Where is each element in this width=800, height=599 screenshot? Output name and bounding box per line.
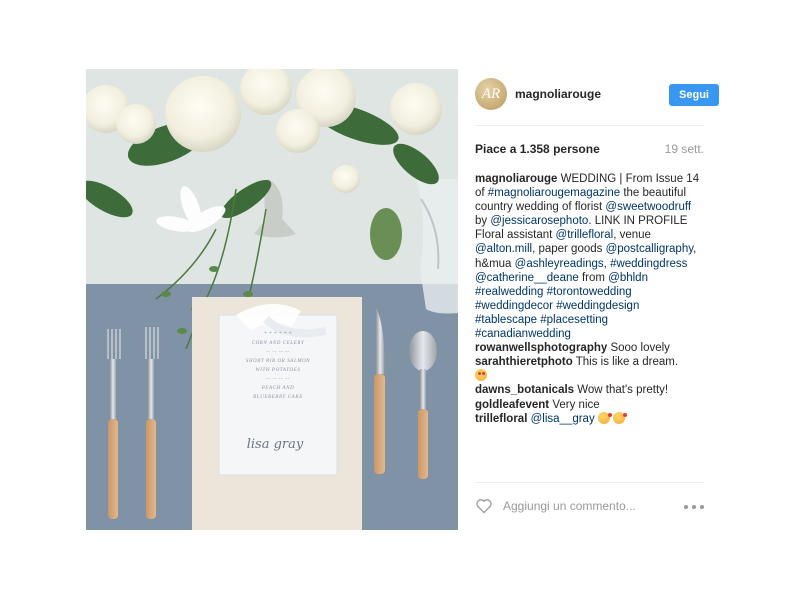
comment-item: dawns_botanicals Wow that's pretty! (475, 383, 704, 397)
instagram-post: * * * * * * CORN AND CELERY -- -- -- -- SHO… (86, 69, 719, 530)
caption-tag-link[interactable]: #weddingdesign (556, 300, 639, 312)
comment-username[interactable]: rowanwellsphotography (475, 342, 607, 354)
comments-list: magnoliarouge WEDDING | From Issue 14 of… (475, 172, 704, 426)
more-options-icon[interactable] (684, 505, 704, 509)
caption-tag-link[interactable]: @catherine__deane (475, 272, 579, 284)
menu-line: * * * * * * (264, 332, 292, 337)
caption-tag-link[interactable]: #torontowedding (547, 286, 632, 298)
likes-row: Piace a 1.358 persone 19 sett. (475, 142, 704, 158)
comment-username[interactable]: trillefloral (475, 413, 527, 425)
comment-username[interactable]: sarahthieretphoto (475, 356, 573, 368)
caption-text: , paper goods (532, 243, 606, 256)
post-header: AR magnoliarouge Segui (475, 78, 719, 112)
caption-tag-link[interactable]: @trillefloral (556, 229, 614, 241)
comment-bar (475, 495, 704, 517)
comment-item: sarahthieretphoto This is like a dream. (475, 355, 704, 383)
comment-username[interactable]: goldleafevent (475, 399, 549, 411)
menu-line: SHORT RIB OR SALMON (245, 359, 311, 364)
heart-eyes-emoji-icon (475, 369, 487, 382)
comment-text: Wow that's pretty! (577, 384, 669, 397)
menu-line: BLUEBERRY CAKE (253, 395, 303, 400)
menu-line: WITH POTATOES (255, 368, 301, 373)
caption-tag-link[interactable]: #magnoliarougemagazine (488, 187, 620, 199)
divider (475, 482, 704, 483)
caption-text: , venue (613, 229, 651, 242)
menu-card-text: * * * * * * CORN AND CELERY -- -- -- -- SHO… (230, 331, 326, 403)
comment-item: goldleafevent Very nice (475, 398, 704, 412)
caption-tag-link[interactable]: @jessicarosephoto (490, 215, 588, 227)
caption-tag-link[interactable]: #weddingdecor (475, 300, 553, 312)
comment-mention-link[interactable]: @lisa__gray (531, 413, 595, 425)
kiss-emoji-icon (597, 411, 612, 424)
table-setting-illustration (86, 69, 458, 530)
menu-line: CORN AND CELERY (251, 341, 305, 346)
comment-item: rowanwellsphotography Sooo lovely (475, 341, 704, 355)
caption-text: from (578, 271, 609, 284)
comment-username[interactable]: dawns_botanicals (475, 384, 574, 396)
divider (475, 125, 704, 126)
caption: magnoliarouge WEDDING | From Issue 14 of… (475, 172, 704, 341)
menu-line: PEACH AND (261, 386, 295, 391)
caption-tag-link[interactable]: @ashleyreadings (515, 258, 604, 270)
comment-text: Sooo lovely (610, 342, 670, 355)
comment-input[interactable] (503, 495, 673, 517)
caption-tag-link[interactable]: #weddingdress (610, 258, 687, 270)
likes-count[interactable]: Piace a 1.358 persone (475, 142, 600, 156)
caption-username[interactable]: magnoliarouge (475, 173, 557, 185)
caption-tag-link[interactable]: #placesetting (540, 314, 608, 326)
kiss-emoji-icon (612, 411, 627, 424)
caption-tag-link[interactable]: @sweetwoodruff (605, 201, 691, 213)
avatar[interactable]: AR (475, 78, 507, 110)
caption-text: Floral assistant (475, 229, 556, 242)
menu-line: -- -- -- -- (266, 350, 290, 355)
caption-tag-link[interactable]: #tablescape (475, 314, 537, 326)
heart-icon[interactable] (475, 498, 493, 514)
place-card-name: lisa gray (246, 437, 304, 452)
caption-tag-link[interactable]: @alton.mill (475, 243, 532, 255)
post-photo[interactable]: * * * * * * CORN AND CELERY -- -- -- -- SHO… (86, 69, 458, 530)
caption-tag-link[interactable]: #canadianwedding (475, 328, 571, 340)
comment-text: This is like a dream. (575, 356, 679, 369)
post-sidebar: AR magnoliarouge Segui Piace a 1.358 per… (458, 69, 719, 530)
caption-tag-link[interactable]: @bhldn (608, 272, 648, 284)
caption-tag-link[interactable]: @postcalligraphy (606, 243, 694, 255)
follow-button[interactable]: Segui (669, 84, 719, 106)
caption-tag-link[interactable]: #realwedding (475, 286, 543, 298)
caption-text: . LINK IN PROFILE (588, 215, 688, 228)
menu-line: -- -- -- -- (266, 377, 290, 382)
post-date[interactable]: 19 sett. (665, 142, 704, 156)
caption-text: by (475, 215, 491, 228)
comment-text: Very nice (552, 398, 600, 411)
comment-item: trillefloral @lisa__gray (475, 411, 704, 426)
username-link[interactable]: magnoliarouge (515, 87, 601, 101)
